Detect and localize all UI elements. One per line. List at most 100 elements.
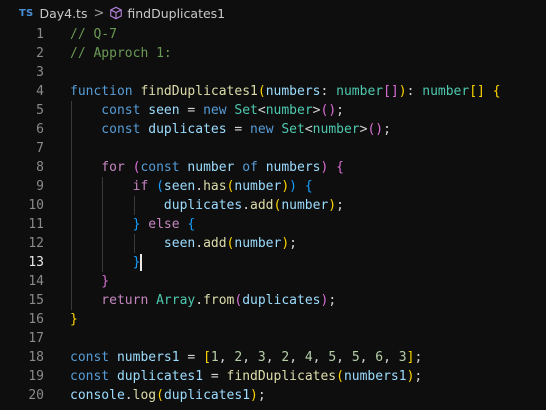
- line-number: 14: [28, 274, 44, 289]
- code-text[interactable]: duplicates.add(number);: [70, 196, 344, 215]
- line-number: 6: [36, 122, 44, 137]
- code-token: duplicates: [70, 198, 243, 213]
- line-number: 13: [28, 255, 44, 270]
- code-line[interactable]: 13 }: [0, 253, 546, 272]
- code-token: number: [265, 103, 313, 118]
- code-token: seen: [163, 179, 196, 194]
- code-line[interactable]: 15 return Array.from(duplicates);: [0, 291, 546, 310]
- code-token: ;: [414, 350, 423, 365]
- code-line[interactable]: 2 // Approch 1:: [0, 44, 546, 63]
- breadcrumb-separator: >: [93, 5, 105, 21]
- code-token: (): [367, 122, 384, 137]
- code-token: =: [179, 350, 204, 365]
- code-line[interactable]: 16}: [0, 310, 546, 329]
- code-token: ,: [289, 350, 305, 365]
- code-token: ;: [383, 122, 391, 137]
- code-line[interactable]: 3: [0, 63, 546, 82]
- code-token: number: [422, 84, 470, 99]
- code-line[interactable]: 8 for (const number of numbers) {: [0, 158, 546, 177]
- breadcrumb-file[interactable]: Day4.ts: [39, 6, 87, 21]
- line-number: 16: [28, 312, 44, 327]
- code-token: <: [304, 122, 313, 137]
- code-token: Set: [234, 103, 258, 118]
- code-text[interactable]: }: [70, 272, 109, 291]
- code-token: number: [234, 179, 282, 194]
- code-line[interactable]: 7: [0, 139, 546, 158]
- code-text[interactable]: // Approch 1:: [70, 44, 172, 63]
- code-line[interactable]: 12 seen.add(number);: [0, 234, 546, 253]
- code-token: duplicates1: [116, 369, 204, 384]
- code-token: {: [187, 217, 196, 232]
- code-token: findDuplicates: [226, 369, 337, 384]
- code-token: duplicates: [242, 293, 321, 308]
- code-token: new: [203, 103, 235, 118]
- code-text[interactable]: const duplicates = new Set<number>();: [70, 120, 391, 139]
- code-token: {: [492, 84, 501, 99]
- code-token: .: [242, 198, 251, 213]
- code-token: ,: [336, 350, 352, 365]
- code-text[interactable]: }: [70, 253, 141, 272]
- code-line[interactable]: 17: [0, 329, 546, 348]
- code-text[interactable]: }: [70, 310, 78, 329]
- code-line[interactable]: 5 const seen = new Set<number>();: [0, 101, 546, 120]
- code-text[interactable]: function findDuplicates1(numbers: number…: [70, 82, 501, 101]
- code-text[interactable]: const numbers1 = [1, 2, 3, 2, 4, 5, 5, 6…: [70, 348, 422, 367]
- code-token: ): [320, 160, 337, 175]
- code-text[interactable]: const duplicates1 = findDuplicates(numbe…: [70, 367, 422, 386]
- code-text[interactable]: console.log(duplicates1);: [70, 386, 266, 405]
- code-token: [: [203, 350, 211, 365]
- line-number: 19: [28, 369, 44, 384]
- code-token: ): [398, 84, 407, 99]
- line-number: 9: [36, 179, 44, 194]
- code-token: return: [70, 293, 157, 308]
- code-token: .: [195, 179, 204, 194]
- code-token: (: [156, 179, 164, 194]
- breadcrumb-symbol[interactable]: findDuplicates1: [127, 6, 225, 21]
- code-line[interactable]: 14 }: [0, 272, 546, 291]
- code-token: ,: [312, 350, 329, 365]
- line-number: 17: [28, 331, 44, 346]
- code-token: (: [257, 84, 266, 99]
- code-token: 3: [398, 350, 407, 365]
- code-text[interactable]: for (const number of numbers) {: [70, 158, 344, 177]
- code-token: number: [187, 160, 243, 175]
- code-line[interactable]: 9 if (seen.has(number)) {: [0, 177, 546, 196]
- code-token: else: [148, 217, 188, 232]
- code-token: =: [179, 103, 204, 118]
- code-line[interactable]: 11 } else {: [0, 215, 546, 234]
- code-line[interactable]: 18 const numbers1 = [1, 2, 3, 2, 4, 5, 5,…: [0, 348, 546, 367]
- line-number: 11: [28, 217, 44, 232]
- indent-guide: [134, 196, 135, 215]
- code-token: (: [156, 388, 164, 403]
- code-token: ;: [336, 198, 344, 213]
- code-token: ;: [289, 236, 297, 251]
- code-line[interactable]: 19 const duplicates1 = findDuplicates(num…: [0, 367, 546, 386]
- text-cursor: [140, 254, 142, 271]
- code-token: ,: [383, 350, 399, 365]
- code-token: function: [70, 84, 141, 99]
- code-line[interactable]: 10 duplicates.add(number);: [0, 196, 546, 215]
- code-line[interactable]: 6 const duplicates = new Set<number>();: [0, 120, 546, 139]
- code-token: number: [312, 122, 360, 137]
- code-token: 2: [281, 350, 290, 365]
- code-token: add: [250, 198, 274, 213]
- code-text[interactable]: const seen = new Set<number>();: [70, 101, 344, 120]
- code-editor[interactable]: 1 // Q-7 2 // Approch 1: 3 4 function findDupl…: [0, 22, 546, 410]
- code-token: if: [70, 179, 157, 194]
- code-line[interactable]: 1 // Q-7: [0, 25, 546, 44]
- code-token: duplicates: [148, 122, 227, 137]
- code-token: duplicates1: [163, 388, 251, 403]
- code-token: .: [195, 236, 204, 251]
- code-text[interactable]: return Array.from(duplicates);: [70, 291, 336, 310]
- code-text[interactable]: } else {: [70, 215, 196, 234]
- line-number: 12: [28, 236, 44, 251]
- code-line[interactable]: 4 function findDuplicates1(numbers: numbe…: [0, 82, 546, 101]
- code-line[interactable]: 20 console.log(duplicates1);: [0, 386, 546, 405]
- code-token: ,: [265, 350, 282, 365]
- code-token: .: [195, 293, 204, 308]
- code-text[interactable]: seen.add(number);: [70, 234, 297, 253]
- line-number: 8: [36, 160, 44, 175]
- code-text[interactable]: // Q-7: [70, 25, 117, 44]
- code-text[interactable]: if (seen.has(number)) {: [70, 177, 313, 196]
- code-token: Set: [281, 122, 305, 137]
